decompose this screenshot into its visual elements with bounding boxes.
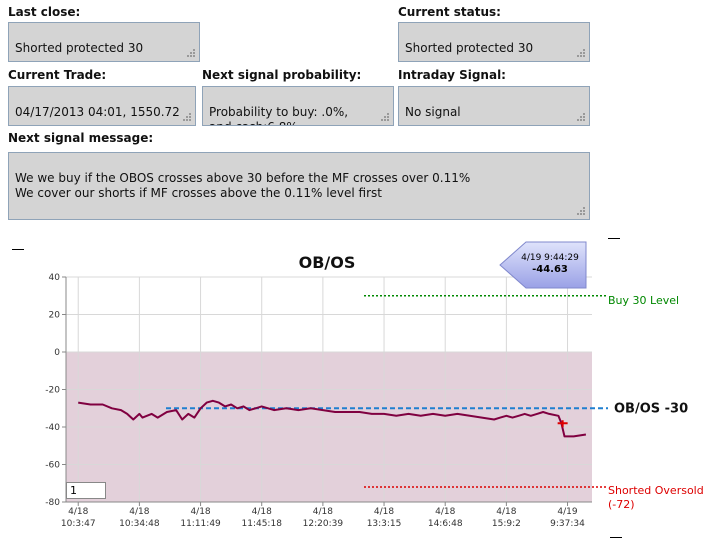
obos-level-label: OB/OS -30: [614, 401, 688, 416]
x-tick-time-label: 11:45:18: [242, 519, 283, 529]
x-tick-date-label: 4/18: [435, 507, 455, 517]
x-tick-time-label: 9:37:34: [550, 519, 585, 529]
x-tick-date-label: 4/18: [252, 507, 272, 517]
x-tick-time-label: 11:11:49: [180, 519, 221, 529]
y-tick-label: 20: [49, 311, 61, 321]
buy-level-label: Buy 30 Level: [608, 294, 679, 307]
chart-period-input[interactable]: [66, 482, 106, 499]
x-tick-time-label: 12:20:39: [303, 519, 344, 529]
x-tick-time-label: 14:6:48: [428, 519, 463, 529]
x-tick-date-label: 4/19: [557, 507, 577, 517]
chart-title: OB/OS: [299, 253, 356, 272]
obos-chart: 40 20 0 -20 -40 -60 -80 4/18 10:3:47 4/18 10:34:48…: [45, 253, 704, 529]
y-tick-label: 40: [49, 273, 61, 283]
oversold-level-label: Shorted Oversold: [608, 484, 704, 497]
x-tick-date-label: 4/18: [129, 507, 149, 517]
x-tick-time-label: 15:9:2: [492, 519, 521, 529]
x-tick-time-label: 10:34:48: [119, 519, 160, 529]
y-tick-label: -20: [45, 386, 60, 396]
x-tick-date-label: 4/18: [374, 507, 394, 517]
x-tick-time-label: 13:3:15: [367, 519, 402, 529]
oversold-level-label: (-72): [608, 498, 635, 511]
x-tick-time-label: 10:3:47: [61, 519, 96, 529]
y-tick-label: 0: [54, 348, 60, 358]
x-tick-date-label: 4/18: [496, 507, 516, 517]
x-tick-date-label: 4/18: [313, 507, 333, 517]
tooltip-value: -44.63: [532, 264, 568, 275]
y-tick-label: -60: [45, 461, 60, 471]
x-tick-date-label: 4/18: [68, 507, 88, 517]
y-tick-label: -80: [45, 498, 60, 508]
value-tooltip[interactable]: 4/19 9:44:29 -44.63: [498, 240, 590, 292]
x-tick-date-label: 4/18: [190, 507, 210, 517]
y-tick-label: -40: [45, 423, 60, 433]
tooltip-date: 4/19 9:44:29: [521, 253, 579, 263]
